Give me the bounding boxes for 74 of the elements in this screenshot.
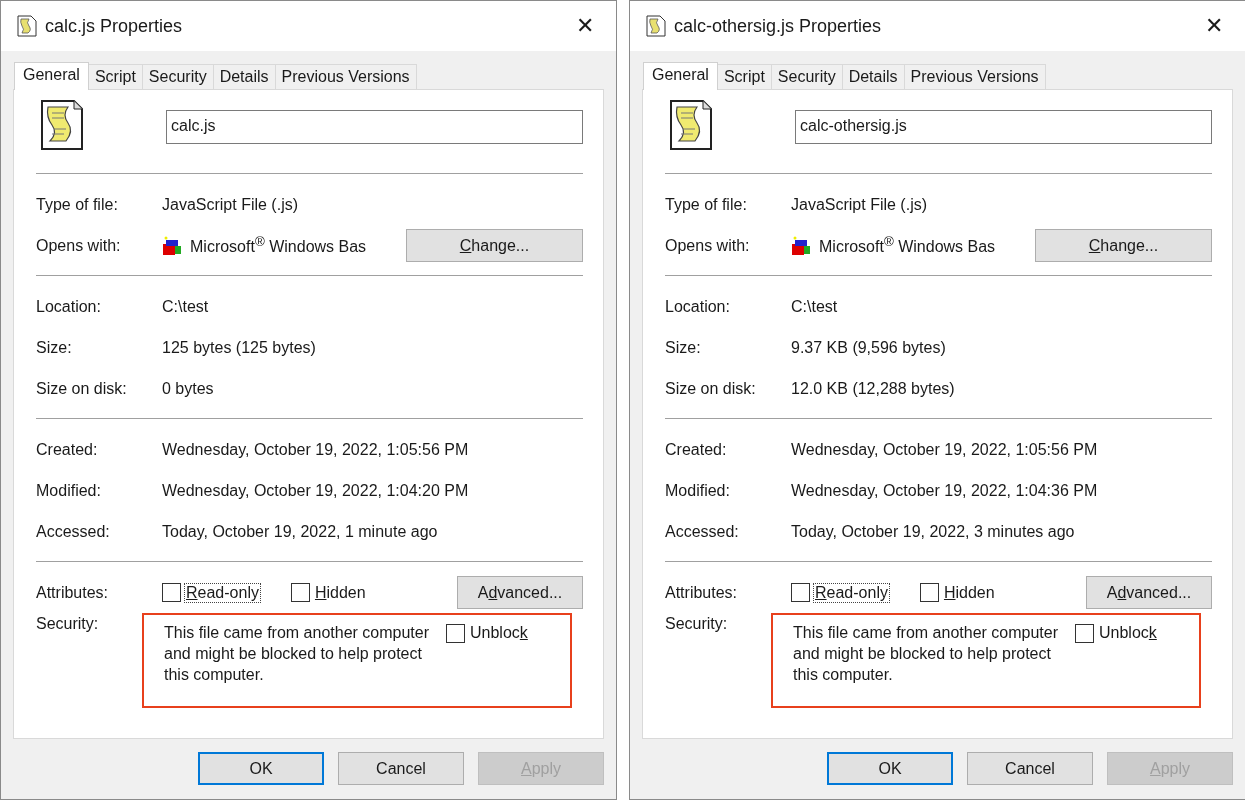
tab[interactable]: Previous Versions xyxy=(903,64,1046,89)
field-label: Security: xyxy=(36,614,100,633)
field-label: Size: xyxy=(36,338,73,357)
change-button[interactable]: Change... xyxy=(406,229,583,262)
checkbox[interactable] xyxy=(290,583,310,602)
field-value: 9.37 KB (9,596 bytes) xyxy=(791,338,946,357)
field-label: Attributes: xyxy=(36,583,110,602)
checkbox-label[interactable]: Read-only xyxy=(813,582,890,603)
field-label: Type of file: xyxy=(36,195,119,214)
field-label: Accessed: xyxy=(36,522,111,541)
change-button[interactable]: Change... xyxy=(1035,229,1212,262)
field-value: C:\test xyxy=(791,297,838,316)
advanced-button[interactable]: Advanced... xyxy=(1086,576,1212,609)
checkbox[interactable] xyxy=(162,583,181,602)
checkbox-label[interactable]: Unblock xyxy=(1097,623,1159,643)
field-value: JavaScript File (.js) xyxy=(162,195,299,214)
script-file-icon xyxy=(17,15,37,37)
security-message: This file came from another computer and might be blocked to help protect this computer. xyxy=(164,623,430,685)
tab[interactable]: General xyxy=(14,62,89,90)
application-name: Microsoft$^{®}$ Windows Bas xyxy=(190,234,368,257)
checkbox[interactable] xyxy=(919,583,939,602)
field-label: Location: xyxy=(36,297,102,316)
dialog-button[interactable]: Cancel xyxy=(338,752,464,785)
dialog-button[interactable]: OK xyxy=(827,752,953,785)
dialog-button[interactable]: OK xyxy=(198,752,324,785)
field-label: Created: xyxy=(665,440,728,459)
field-value: Wednesday, October 19, 2022, 1:04:36 PM xyxy=(791,481,1098,500)
field-label: Type of file: xyxy=(665,195,748,214)
script-file-icon xyxy=(646,15,666,37)
field-label: Size on disk: xyxy=(665,379,757,398)
field-label: Opens with: xyxy=(665,236,751,255)
field-label: Modified: xyxy=(36,481,102,500)
tab[interactable]: General xyxy=(643,62,718,90)
dialog-button[interactable]: Cancel xyxy=(967,752,1093,785)
checkbox-label[interactable]: Hidden xyxy=(941,582,997,603)
window-title: calc-othersig.js Properties xyxy=(674,15,883,37)
tab[interactable]: Previous Versions xyxy=(274,64,417,89)
field-label: Accessed: xyxy=(665,522,740,541)
application-name: Microsoft$^{®}$ Windows Bas xyxy=(819,234,997,257)
field-value: C:\test xyxy=(162,297,209,316)
file-name-field[interactable]: calc.js xyxy=(166,110,583,144)
field-value: Wednesday, October 19, 2022, 1:05:56 PM xyxy=(791,440,1098,459)
checkbox[interactable] xyxy=(791,583,810,602)
checkbox[interactable] xyxy=(446,623,465,643)
application-icon xyxy=(162,235,184,256)
checkbox-label[interactable]: Read-only xyxy=(184,582,261,603)
close-button[interactable]: ✕ xyxy=(1197,13,1231,39)
field-label: Attributes: xyxy=(665,583,739,602)
close-button[interactable]: ✕ xyxy=(568,13,602,39)
field-value: Today, October 19, 2022, 3 minutes ago xyxy=(791,522,1075,541)
checkbox-label[interactable]: Hidden xyxy=(312,582,368,603)
checkbox-label[interactable]: Unblock xyxy=(468,623,530,643)
field-label: Size on disk: xyxy=(36,379,128,398)
script-file-icon xyxy=(40,99,84,151)
application-icon xyxy=(791,235,813,256)
field-value: Today, October 19, 2022, 1 minute ago xyxy=(162,522,438,541)
field-label: Location: xyxy=(665,297,731,316)
field-value: 125 bytes (125 bytes) xyxy=(162,338,316,357)
script-file-icon xyxy=(669,99,713,151)
field-value: Wednesday, October 19, 2022, 1:05:56 PM xyxy=(162,440,469,459)
field-value: 0 bytes xyxy=(162,379,214,398)
field-value: Wednesday, October 19, 2022, 1:04:20 PM xyxy=(162,481,469,500)
field-label: Opens with: xyxy=(36,236,122,255)
field-value: 12.0 KB (12,288 bytes) xyxy=(791,379,955,398)
window-title: calc.js Properties xyxy=(45,15,184,37)
field-label: Size: xyxy=(665,338,702,357)
security-message: This file came from another computer and might be blocked to help protect this computer. xyxy=(793,623,1059,685)
field-label: Security: xyxy=(665,614,729,633)
field-value: JavaScript File (.js) xyxy=(791,195,928,214)
file-name-field[interactable]: calc-othersig.js xyxy=(795,110,1212,144)
advanced-button[interactable]: Advanced... xyxy=(457,576,583,609)
field-label: Modified: xyxy=(665,481,731,500)
checkbox[interactable] xyxy=(1075,623,1094,643)
field-label: Created: xyxy=(36,440,99,459)
